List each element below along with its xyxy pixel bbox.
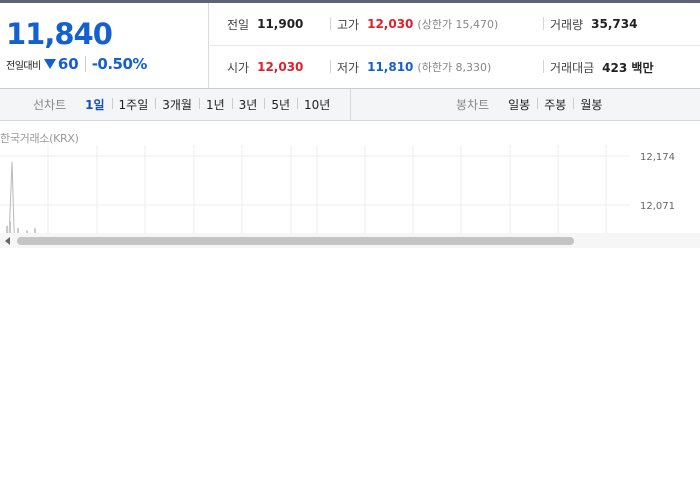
period-5y-button[interactable]: 5년 [264, 96, 297, 113]
daily-candle-button[interactable]: 일봉 [501, 96, 537, 113]
trade-amount-value: 423 백만 [602, 60, 654, 75]
data-source-label: 한국거래소(KRX) [0, 132, 79, 145]
period-1y-button[interactable]: 1년 [198, 96, 232, 113]
down-triangle-icon [43, 59, 56, 69]
chart-period-toolbar: 선차트 1일 1주일 3개월 1년 3년 5년 10년 봉차트 일봉 주봉 월봉 [0, 88, 700, 121]
volume-cell: 거래량 35,734 [550, 3, 637, 45]
prev-close-value: 11,900 [257, 17, 304, 31]
monthly-candle-button[interactable]: 월봉 [573, 96, 609, 113]
low-value: 11,810 [367, 60, 414, 74]
scrollbar-thumb[interactable] [17, 237, 574, 245]
change-percent: -0.50% [91, 55, 148, 73]
volume-value: 35,734 [591, 17, 638, 31]
toolbar-divider [350, 89, 351, 120]
line-chart-label: 선차트 [33, 98, 67, 112]
change-label: 전일대비 [6, 60, 41, 72]
low-cell: 저가 11,810 (하한가 8,330) [337, 46, 491, 88]
volume-bar [9, 221, 11, 233]
prev-close-cell: 전일 11,900 [227, 3, 303, 45]
change-divider [84, 56, 86, 72]
trade-amount-label: 거래대금 [550, 60, 595, 75]
candle-chart-label: 봉차트 [456, 98, 490, 112]
line-chart-periods: 선차트 1일 1주일 3개월 1년 3년 5년 10년 [33, 89, 337, 120]
divider [543, 17, 544, 30]
current-price: 11,840 [6, 17, 113, 51]
quote-info-table: 전일 11,900 고가 12,030 (상한가 15,470) 거래량 35,… [209, 3, 700, 88]
period-1d-button[interactable]: 1일 [78, 96, 111, 113]
low-label: 저가 [337, 60, 360, 75]
price-series-line [8, 161, 15, 235]
prev-close-label: 전일 [227, 17, 250, 32]
divider [330, 17, 331, 30]
open-label: 시가 [227, 60, 250, 75]
period-10y-button[interactable]: 10년 [297, 96, 337, 113]
price-chart: 12,174 12,071 [0, 145, 675, 235]
weekly-candle-button[interactable]: 주봉 [537, 96, 573, 113]
high-value: 12,030 [367, 17, 414, 31]
divider [330, 60, 331, 73]
open-cell: 시가 12,030 [227, 46, 303, 88]
open-value: 12,030 [257, 60, 304, 74]
trade-amount-cell: 거래대금 423 백만 [550, 46, 653, 88]
period-3m-button[interactable]: 3개월 [155, 96, 199, 113]
y-tick-label: 12,174 [640, 152, 675, 163]
high-label: 고가 [337, 17, 360, 32]
divider [543, 60, 544, 73]
change-value: 60 [57, 55, 79, 73]
period-3y-button[interactable]: 3년 [231, 96, 265, 113]
scroll-left-arrow-icon[interactable] [5, 237, 10, 245]
y-tick-label: 12,071 [640, 201, 675, 212]
volume-label: 거래량 [550, 17, 584, 32]
chart-scrollbar[interactable] [0, 233, 700, 248]
candle-chart-periods: 봉차트 일봉 주봉 월봉 [456, 89, 609, 120]
info-row: 시가 12,030 저가 11,810 (하한가 8,330) 거래대금 423… [209, 46, 700, 88]
info-row: 전일 11,900 고가 12,030 (상한가 15,470) 거래량 35,… [209, 3, 700, 46]
volume-bar [6, 225, 8, 233]
price-summary: 11,840 전일대비 60 -0.50% [0, 3, 209, 88]
period-1w-button[interactable]: 1주일 [111, 96, 156, 113]
change-row: 전일대비 60 -0.50% [6, 55, 147, 73]
lower-limit: (하한가 8,330) [417, 61, 492, 74]
upper-limit: (상한가 15,470) [417, 18, 499, 31]
high-cell: 고가 12,030 (상한가 15,470) [337, 3, 498, 45]
